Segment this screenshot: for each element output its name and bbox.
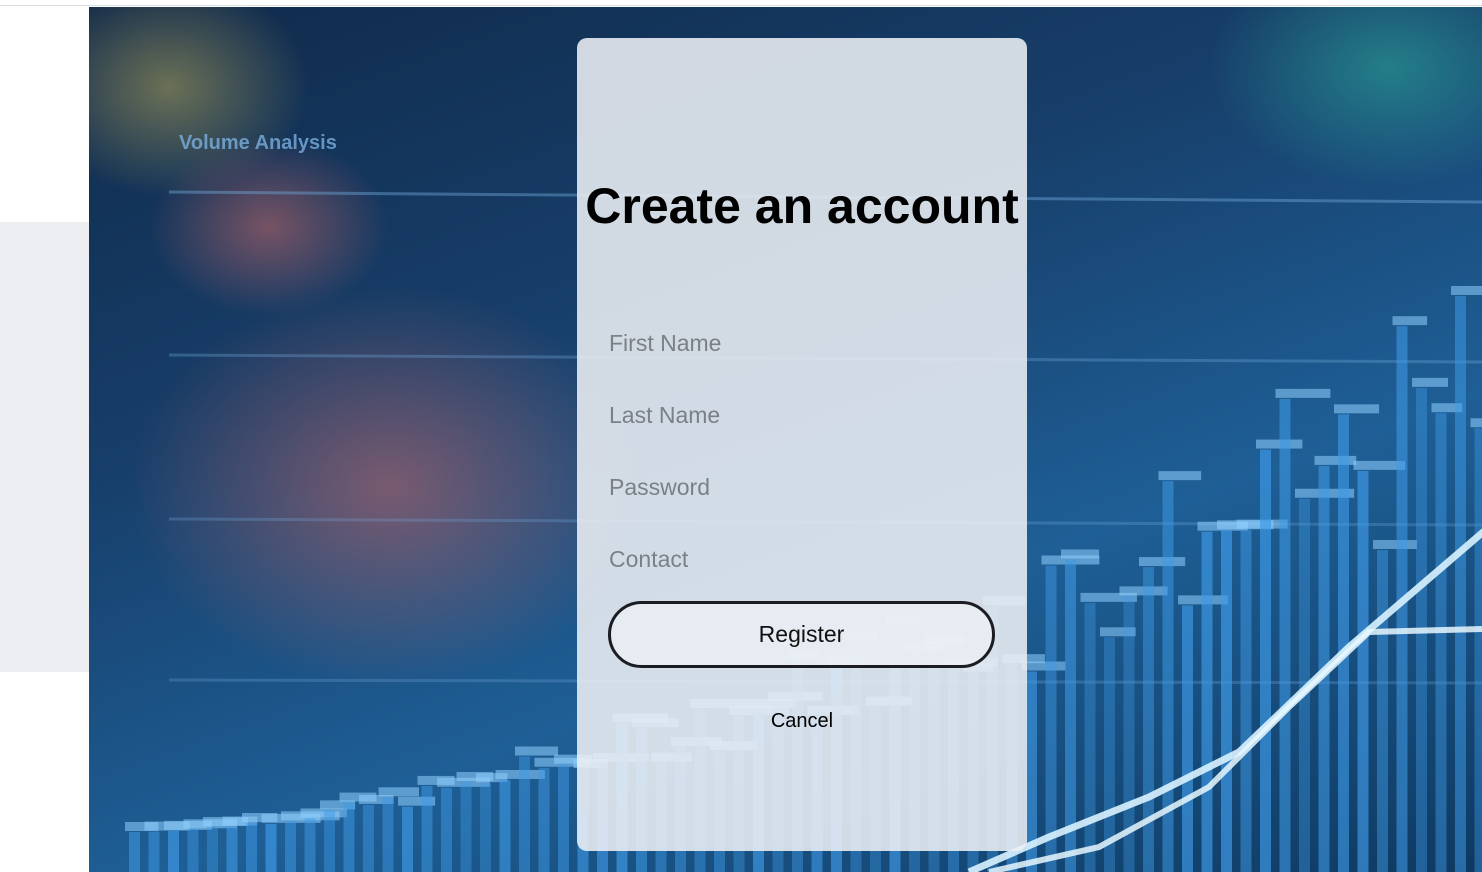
background-bar — [1084, 602, 1096, 872]
background-bar — [324, 810, 335, 872]
last-name-field[interactable] — [609, 395, 997, 435]
background-bar-label — [1314, 455, 1357, 465]
background-bar — [1357, 470, 1369, 872]
background-bar — [1240, 529, 1252, 872]
background-bar — [441, 787, 452, 872]
background-bar — [402, 806, 413, 872]
background-bar — [285, 821, 296, 872]
background-bar-label — [1334, 404, 1380, 414]
background-bar-label — [1158, 471, 1202, 481]
first-name-field[interactable] — [609, 323, 997, 363]
background-bar-label — [1373, 540, 1418, 550]
background-bar — [519, 756, 530, 872]
background-bar — [1377, 550, 1388, 872]
background-bar — [304, 818, 316, 872]
background-bar — [1201, 531, 1213, 872]
background-bar — [1474, 428, 1482, 872]
contact-field[interactable] — [609, 539, 997, 579]
background-bar — [1338, 414, 1349, 872]
background-bar — [538, 767, 550, 872]
background-bar — [226, 826, 238, 872]
background-bar-label — [1022, 661, 1066, 671]
page-title: Create an account — [585, 178, 1019, 234]
background-bar-label — [1256, 439, 1303, 449]
background-bar — [1279, 398, 1291, 872]
password-field[interactable] — [609, 467, 997, 507]
left-side-panel — [0, 222, 89, 672]
background-bar — [1455, 295, 1466, 872]
register-button[interactable]: Register — [608, 601, 995, 668]
background-bar — [343, 802, 355, 872]
background-bar — [1182, 605, 1193, 872]
background-bar — [148, 831, 160, 872]
background-bar-label — [1412, 377, 1449, 387]
background-bar-label — [1470, 418, 1482, 428]
background-bar-label — [1392, 316, 1428, 326]
register-card: Create an account Register Cancel — [577, 38, 1027, 851]
background-bar — [460, 781, 472, 872]
background-bar — [499, 779, 511, 872]
background-bar — [187, 829, 199, 872]
background-bar — [382, 797, 394, 872]
background-bar-label — [378, 787, 420, 797]
background-bar — [421, 785, 433, 872]
background-bar-label — [1451, 285, 1482, 295]
top-border — [0, 0, 1482, 6]
background-bar — [129, 832, 140, 872]
background-bar — [1260, 449, 1271, 872]
background-bar — [1045, 565, 1057, 872]
background-caption: Volume Analysis — [179, 132, 337, 154]
background-bar — [558, 764, 569, 872]
background-bar — [363, 804, 374, 872]
background-bar — [246, 823, 257, 872]
cancel-link[interactable]: Cancel — [577, 710, 1027, 733]
background-bar-label — [300, 808, 348, 818]
background-bar-label — [1139, 557, 1186, 567]
background-bar — [480, 783, 491, 872]
background-bar — [207, 827, 218, 872]
background-bar-label — [1061, 549, 1100, 559]
background-bar — [265, 823, 277, 872]
background-bar — [168, 830, 179, 872]
background-bar — [1435, 413, 1447, 872]
background-bar — [1143, 567, 1154, 872]
background-bar-label — [1275, 388, 1331, 398]
background-bar — [1221, 530, 1232, 872]
background-bar-label — [515, 746, 559, 756]
